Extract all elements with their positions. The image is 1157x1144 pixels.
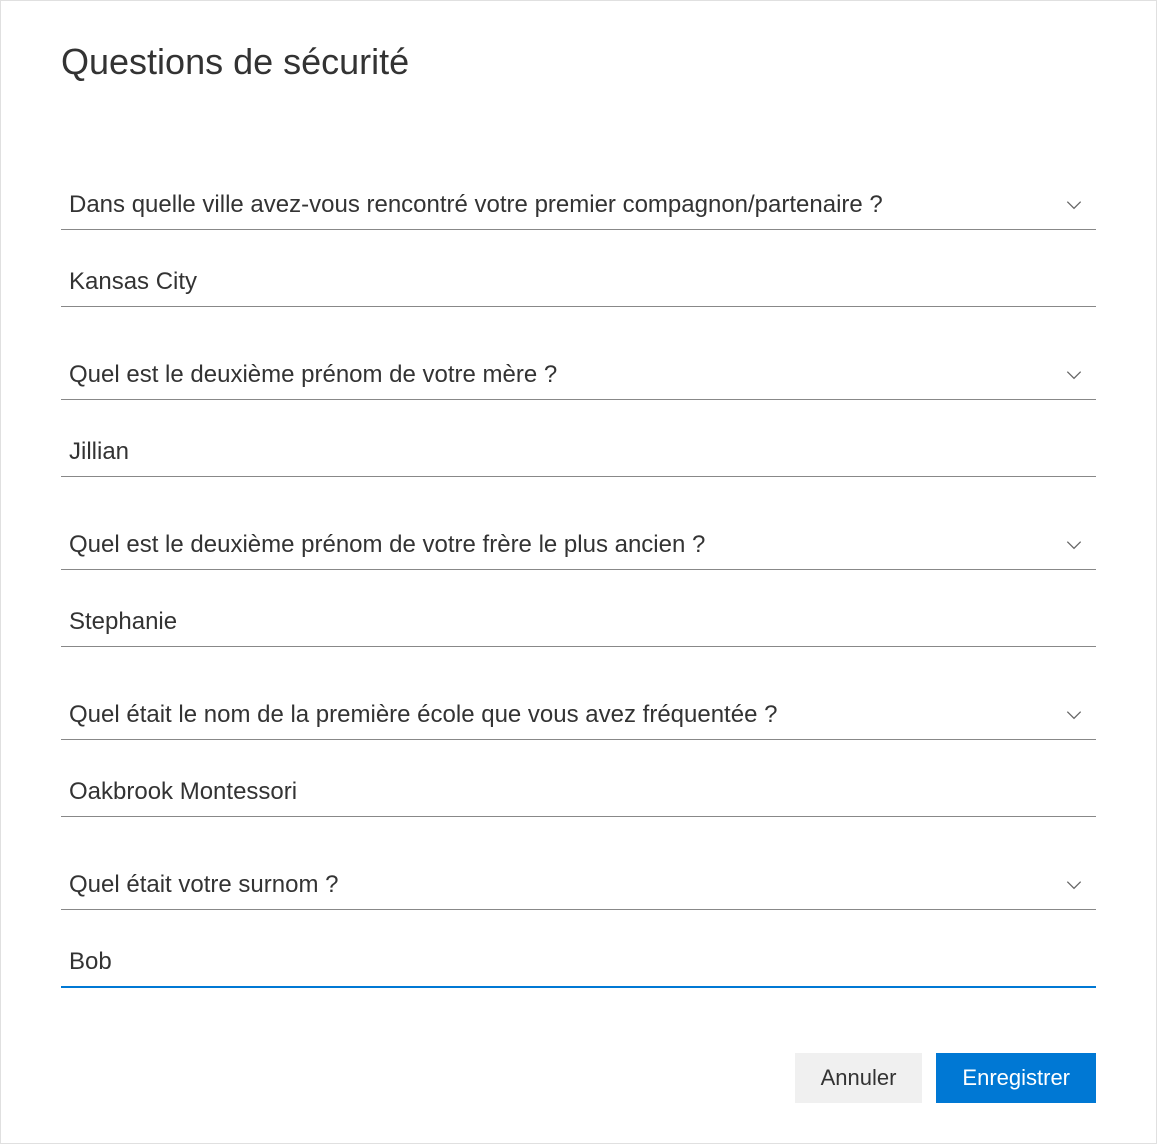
question-dropdown-1[interactable]: Dans quelle ville avez-vous rencontré vo… <box>61 183 1096 230</box>
chevron-down-icon <box>1064 875 1084 895</box>
question-group-2: Quel est le deuxième prénom de votre mèr… <box>61 353 1096 477</box>
security-questions-dialog: Questions de sécurité Dans quelle ville … <box>0 0 1157 1144</box>
question-dropdown-5[interactable]: Quel était votre surnom ? <box>61 863 1096 910</box>
chevron-down-icon <box>1064 535 1084 555</box>
question-dropdown-4[interactable]: Quel était le nom de la première école q… <box>61 693 1096 740</box>
dialog-title: Questions de sécurité <box>61 41 1096 83</box>
question-group-4: Quel était le nom de la première école q… <box>61 693 1096 817</box>
answer-input-3[interactable] <box>61 600 1096 647</box>
chevron-down-icon <box>1064 365 1084 385</box>
question-dropdown-2[interactable]: Quel est le deuxième prénom de votre mèr… <box>61 353 1096 400</box>
answer-input-5[interactable] <box>61 940 1096 988</box>
answer-input-2[interactable] <box>61 430 1096 477</box>
question-label: Quel est le deuxième prénom de votre frè… <box>69 531 705 559</box>
questions-container: Dans quelle ville avez-vous rencontré vo… <box>61 183 1096 1013</box>
chevron-down-icon <box>1064 195 1084 215</box>
question-group-3: Quel est le deuxième prénom de votre frè… <box>61 523 1096 647</box>
answer-input-4[interactable] <box>61 770 1096 817</box>
question-label: Quel est le deuxième prénom de votre mèr… <box>69 361 557 389</box>
cancel-button[interactable]: Annuler <box>795 1053 923 1103</box>
question-dropdown-3[interactable]: Quel est le deuxième prénom de votre frè… <box>61 523 1096 570</box>
save-button[interactable]: Enregistrer <box>936 1053 1096 1103</box>
question-label: Quel était le nom de la première école q… <box>69 701 777 729</box>
question-group-1: Dans quelle ville avez-vous rencontré vo… <box>61 183 1096 307</box>
button-row: Annuler Enregistrer <box>61 1053 1096 1103</box>
question-label: Quel était votre surnom ? <box>69 871 338 899</box>
question-group-5: Quel était votre surnom ? <box>61 863 1096 988</box>
chevron-down-icon <box>1064 705 1084 725</box>
answer-input-1[interactable] <box>61 260 1096 307</box>
question-label: Dans quelle ville avez-vous rencontré vo… <box>69 191 883 219</box>
